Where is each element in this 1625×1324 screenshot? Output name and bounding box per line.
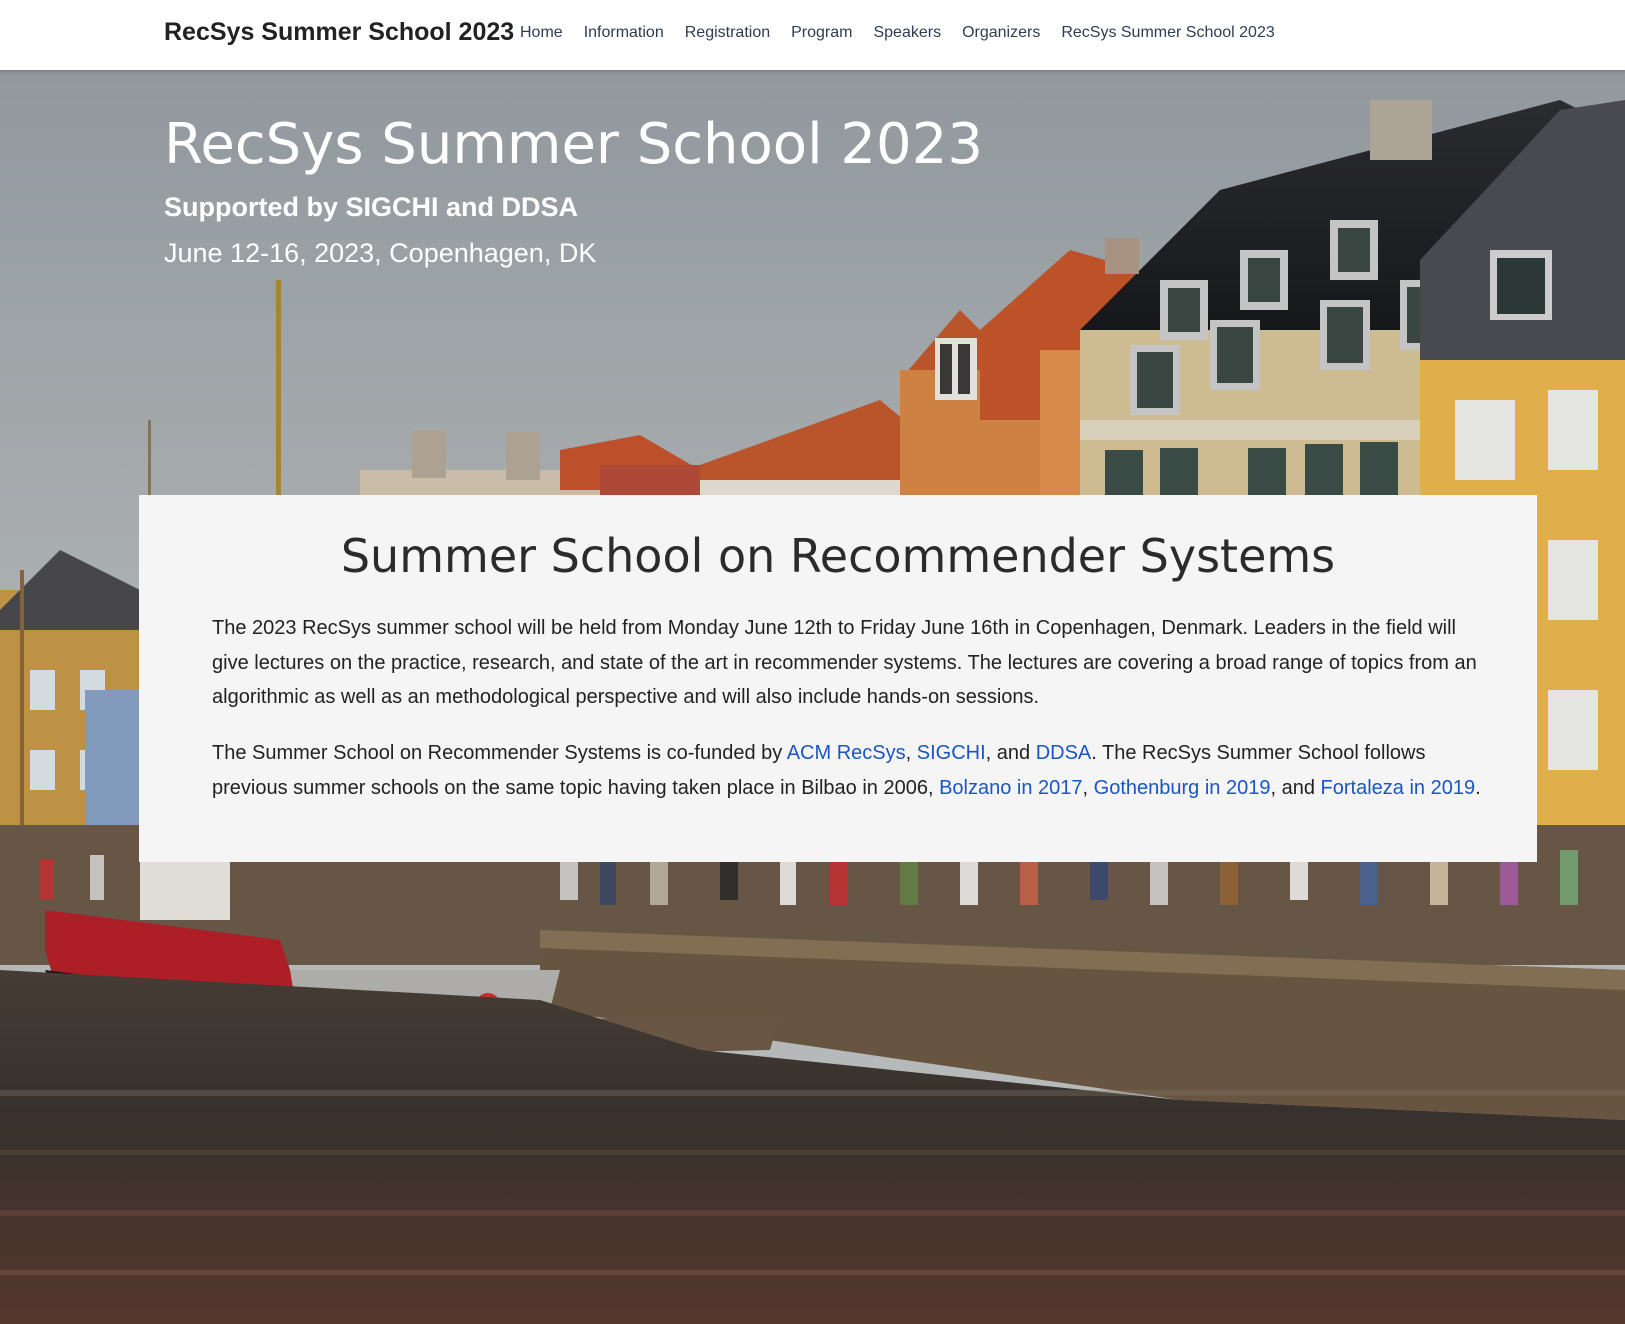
nav-link-recsys-2023[interactable]: RecSys Summer School 2023 — [1061, 24, 1274, 42]
intro-card: Summer School on Recommender Systems The… — [139, 495, 1537, 862]
funding-text: , and — [1270, 776, 1321, 799]
bolzano-2017-link[interactable]: Bolzano in 2017 — [939, 777, 1082, 799]
funding-paragraph: The Summer School on Recommender Systems… — [212, 736, 1482, 805]
hero-date: June 12-16, 2023, Copenhagen, DK — [164, 238, 597, 268]
funding-text: . — [1475, 776, 1481, 799]
nav-link-home[interactable]: Home — [520, 24, 563, 42]
funding-text: The Summer School on Recommender Systems… — [212, 742, 787, 764]
nav-links: Home Information Registration Program Sp… — [520, 24, 1275, 42]
brand-link[interactable]: RecSys Summer School 2023 — [164, 18, 514, 47]
hero-title: RecSys Summer School 2023 — [164, 112, 983, 177]
fortaleza-2019-link[interactable]: Fortaleza in 2019 — [1321, 777, 1476, 799]
funding-text: , and — [985, 742, 1036, 764]
nav-link-registration[interactable]: Registration — [685, 24, 770, 42]
nav-link-organizers[interactable]: Organizers — [962, 24, 1040, 42]
sigchi-link[interactable]: SIGCHI — [917, 742, 986, 764]
funding-text: , — [1082, 776, 1094, 799]
nav-link-program[interactable]: Program — [791, 24, 852, 42]
funding-text: , — [905, 742, 917, 764]
ddsa-link[interactable]: DDSA — [1036, 742, 1092, 764]
hero-subtitle: Supported by SIGCHI and DDSA — [164, 192, 579, 222]
intro-paragraph: The 2023 RecSys summer school will be he… — [212, 617, 1477, 708]
nav-link-information[interactable]: Information — [584, 24, 664, 42]
top-navbar: RecSys Summer School 2023 Home Informati… — [0, 0, 1625, 70]
acm-recsys-link[interactable]: ACM RecSys — [787, 742, 906, 764]
card-title: Summer School on Recommender Systems — [340, 529, 1336, 583]
nav-link-speakers[interactable]: Speakers — [873, 24, 941, 42]
gothenburg-2019-link[interactable]: Gothenburg in 2019 — [1094, 777, 1271, 799]
